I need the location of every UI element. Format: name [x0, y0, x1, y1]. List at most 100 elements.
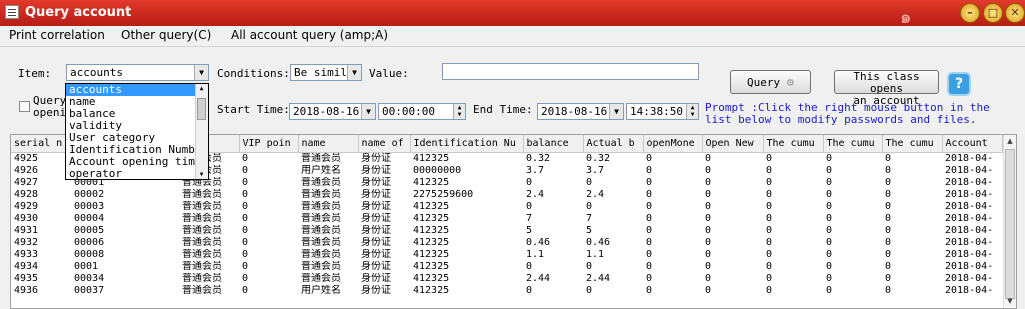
table-cell: 普通会员 — [301, 237, 341, 248]
help-icon[interactable]: ? — [947, 72, 971, 96]
table-cell: 0 — [705, 225, 712, 236]
column-header[interactable]: name — [298, 135, 359, 153]
gears-icon: ⚙ — [786, 75, 794, 89]
start-time-input[interactable]: 00:00:00 ▲ ▼ — [378, 103, 466, 120]
menu-print-correlation[interactable]: Print correlation — [9, 28, 105, 42]
column-header[interactable]: openMone — [643, 135, 703, 153]
table-cell: 412325 — [413, 177, 450, 188]
table-cell: 普通会员 — [182, 273, 222, 284]
spin-arrows-icon[interactable]: ▲ ▼ — [686, 104, 698, 119]
table-row[interactable]: 4930 00004 普通会员 0 普通会员 身份证 412325 7 7 0 0 0 0 0 2018-0… — [11, 213, 1002, 225]
close-button[interactable]: ✕ — [1005, 3, 1025, 23]
end-date-value: 2018-08-16 — [541, 105, 608, 118]
table-cell: 身份证 — [361, 261, 391, 272]
table-cell: 3.7 — [586, 165, 605, 176]
scroll-down-icon[interactable]: ▼ — [196, 171, 207, 178]
query-opening-checkbox[interactable] — [19, 101, 30, 112]
scroll-up-icon[interactable]: ▲ — [1004, 135, 1016, 147]
table-row[interactable]: 4934 0001 普通会员 0 普通会员 身份证 412325 0 0 0 0 0 0 0 2018-04… — [11, 261, 1002, 273]
column-header[interactable]: Open New — [702, 135, 764, 153]
chevron-down-icon[interactable]: ▼ — [361, 104, 375, 119]
table-cell: 0 — [646, 237, 653, 248]
table-cell: 普通会员 — [301, 213, 341, 224]
table-row[interactable]: 4931 00005 普通会员 0 普通会员 身份证 412325 5 5 0 0 0 0 0 2018-0… — [11, 225, 1002, 237]
query-opening-label: Query openi — [33, 95, 65, 119]
table-cell: 0 — [586, 261, 593, 272]
table-cell: 0 — [885, 285, 892, 296]
table-cell: 0 — [646, 177, 653, 188]
value-input[interactable] — [442, 63, 699, 80]
end-date-picker[interactable]: 2018-08-16 ▼ — [537, 103, 624, 120]
end-time-input[interactable]: 14:38:50 ▲ ▼ — [626, 103, 699, 120]
table-cell: 0 — [646, 189, 653, 200]
scroll-up-icon[interactable]: ▲ — [196, 85, 207, 92]
table-cell: 00004 — [74, 213, 105, 224]
column-header[interactable]: balance — [523, 135, 584, 153]
table-cell: 普通会员 — [301, 201, 341, 212]
table-cell: 412325 — [413, 261, 450, 272]
column-header[interactable]: The cumu — [763, 135, 824, 153]
chevron-down-icon[interactable]: ▼ — [347, 65, 361, 80]
chevron-down-icon[interactable]: ▼ — [194, 65, 208, 80]
table-cell: 0.46 — [586, 237, 611, 248]
table-cell: 412325 — [413, 249, 450, 260]
table-cell: 4931 — [14, 225, 39, 236]
maximize-button[interactable]: □ — [983, 3, 1003, 23]
scroll-down-icon[interactable]: ▼ — [1004, 295, 1016, 307]
dropdown-scrollbar[interactable]: ▲ ▼ — [195, 84, 208, 179]
table-cell: 身份证 — [361, 177, 391, 188]
table-cell: 身份证 — [361, 189, 391, 200]
table-row[interactable]: 4935 00034 普通会员 0 普通会员 身份证 412325 2.44 2.44 0 0 0 0 0… — [11, 273, 1002, 285]
column-header[interactable]: Actual b — [583, 135, 644, 153]
table-scrollbar[interactable]: ▲ ▼ — [1003, 135, 1016, 307]
scrollbar-thumb[interactable] — [1005, 149, 1015, 299]
column-header[interactable]: Account — [942, 135, 1003, 153]
item-dropdown-list[interactable]: accounts name balance validity User category… — [65, 83, 209, 180]
table-cell: 2018-04- — [945, 237, 994, 248]
query-button[interactable]: Query ⚙ — [730, 70, 811, 94]
table-cell: 0 — [242, 153, 249, 164]
table-cell: 0 — [826, 153, 833, 164]
column-header[interactable]: name of — [358, 135, 411, 153]
table-cell: 0 — [586, 177, 593, 188]
table-cell: 普通会员 — [182, 249, 222, 260]
spin-arrows-icon[interactable]: ▲ ▼ — [453, 104, 465, 119]
column-header[interactable]: VIP poin — [239, 135, 299, 153]
start-date-picker[interactable]: 2018-08-16 ▼ — [289, 103, 376, 120]
open-account-button[interactable]: This class opens an account — [834, 70, 939, 107]
item-select[interactable]: accounts ▼ — [66, 64, 209, 81]
table-cell: 412325 — [413, 285, 450, 296]
table-row[interactable]: 4928 00002 普通会员 0 普通会员 身份证 2275259600 2.4 2.4 0 0 0… — [11, 189, 1002, 201]
table-cell: 00000000 — [413, 165, 462, 176]
conditions-select[interactable]: Be simil ▼ — [290, 64, 362, 81]
dropdown-scrollbar-thumb[interactable] — [197, 98, 206, 120]
table-cell: 0 — [766, 249, 773, 260]
table-row[interactable]: 4933 00008 普通会员 0 普通会员 身份证 412325 1.1 1.1 0 0 0 0 0 20… — [11, 249, 1002, 261]
table-cell: 0 — [826, 237, 833, 248]
menu-other-query[interactable]: Other query(C) — [121, 28, 211, 42]
table-cell: 0 — [766, 225, 773, 236]
column-header[interactable]: The cumu — [823, 135, 883, 153]
window-title: Query account — [25, 5, 132, 20]
table-cell: 0 — [705, 285, 712, 296]
conditions-label: Conditions: — [217, 67, 290, 80]
table-cell: 0 — [885, 189, 892, 200]
table-row[interactable]: 4936 00037 普通会员 0 用户姓名 身份证 412325 0 0 0 0 0 0 0 2018-0… — [11, 285, 1002, 297]
table-row[interactable]: 4929 00003 普通会员 0 普通会员 身份证 412325 0 0 0 0 0 0 0 2018-0… — [11, 201, 1002, 213]
table-cell: 5 — [526, 225, 533, 236]
chevron-down-icon[interactable]: ▼ — [609, 104, 623, 119]
start-date-value: 2018-08-16 — [293, 105, 360, 118]
table-cell: 0 — [705, 213, 712, 224]
minimize-button[interactable]: – — [960, 3, 980, 23]
table-cell: 0 — [826, 249, 833, 260]
table-cell: 普通会员 — [182, 237, 222, 248]
table-cell: 2018-04- — [945, 249, 994, 260]
column-header[interactable]: Identification Nu — [410, 135, 524, 153]
dropdown-option[interactable]: operator — [66, 168, 208, 180]
column-header[interactable]: serial n — [11, 135, 72, 153]
table-cell: 用户姓名 — [301, 285, 341, 296]
menu-all-account-query[interactable]: All account query (amp;A) — [231, 28, 388, 42]
table-cell: 0 — [885, 177, 892, 188]
table-row[interactable]: 4932 00006 普通会员 0 普通会员 身份证 412325 0.46 0.46 0 0 0 0 0… — [11, 237, 1002, 249]
column-header[interactable]: The cumu — [882, 135, 943, 153]
